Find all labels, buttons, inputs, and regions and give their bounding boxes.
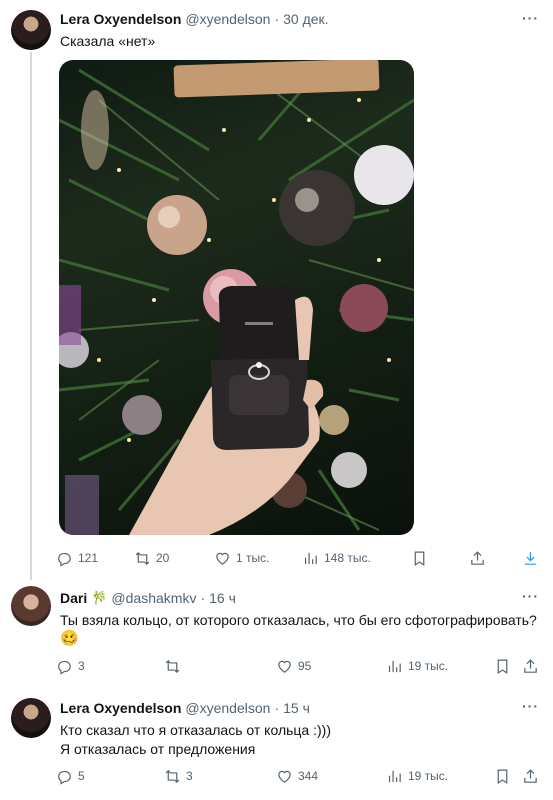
author-name[interactable]: Lera Oxyendelson [60,700,181,716]
reply-icon [58,552,71,567]
timestamp[interactable]: 16 ч [209,590,236,606]
tweet-header: Lera Oxyendelson @xyendelson · 15 ч [60,700,310,716]
share-button[interactable] [469,548,486,568]
more-options-button[interactable]: ··· [522,698,539,714]
tweet-text: Сказала «нет» [60,33,156,49]
views-count: 19 тыс. [408,659,449,673]
tweet-header: Dari 🎋 @dashakmkv · 16 ч [60,590,236,606]
author-handle[interactable]: @xyendelson [185,11,270,27]
tweet-1[interactable]: Lera Oxyendelson @xyendelson · 30 дек. ·… [0,0,553,580]
bookmark-button[interactable] [494,766,511,786]
bookmark-icon [414,551,425,566]
share-icon [524,768,537,783]
avatar[interactable] [11,698,51,738]
views-icon [304,552,317,564]
separator-dot: · [200,590,206,606]
reply-count: 121 [78,551,99,565]
retweet-count: 20 [156,551,170,565]
tweet-header: Lera Oxyendelson @xyendelson · 30 дек. [60,11,329,27]
views-button[interactable]: 148 тыс. [302,548,371,568]
tweet-text-line-2: Я отказалась от предложения [60,741,256,757]
share-icon [471,550,484,565]
photo-illustration [59,60,414,535]
retweet-icon [165,659,180,673]
reply-button[interactable]: 121 [56,548,98,568]
reply-button[interactable]: 3 [56,656,85,676]
bookmark-icon [497,659,508,674]
like-button[interactable]: 95 [276,656,311,676]
share-icon [524,658,537,673]
reply-icon [58,660,71,675]
name-emoji: 🎋 [91,590,108,605]
tweet-photo[interactable] [59,60,414,535]
tweet-3[interactable]: Lera Oxyendelson @xyendelson · 15 ч ··· … [0,690,553,800]
retweet-icon [165,769,180,783]
reply-icon [58,770,71,785]
views-button[interactable]: 19 тыс. [386,766,448,786]
thread-line [30,52,32,580]
retweet-button[interactable]: 3 [164,766,193,786]
retweet-button[interactable]: 20 [134,548,169,568]
author-handle[interactable]: @xyendelson [185,700,270,716]
author-name[interactable]: Lera Oxyendelson [60,11,181,27]
like-icon [278,770,291,783]
separator-dot: · [274,11,280,27]
bookmark-button[interactable] [411,548,428,568]
like-count: 95 [298,659,312,673]
share-button[interactable] [522,656,539,676]
like-button[interactable]: 344 [276,766,318,786]
reply-count: 3 [78,659,85,673]
tweet-text-line-1: Кто сказал что я отказалась от кольца :)… [60,722,331,738]
retweet-button[interactable] [164,656,186,676]
like-button[interactable]: 1 тыс. [214,548,269,568]
author-name[interactable]: Dari [60,590,87,606]
avatar[interactable] [11,10,51,50]
reply-button[interactable]: 5 [56,766,85,786]
views-icon [388,660,401,672]
views-button[interactable]: 19 тыс. [386,656,448,676]
retweet-count: 3 [186,769,193,783]
download-icon [524,551,537,565]
like-count: 344 [298,769,319,783]
bookmark-icon [497,769,508,784]
bookmark-button[interactable] [494,656,511,676]
more-options-button[interactable]: ··· [522,588,539,604]
tweet-actions: 3 95 19 тыс. [56,656,539,676]
timestamp[interactable]: 30 дек. [283,11,328,27]
like-count: 1 тыс. [236,551,270,565]
avatar[interactable] [11,586,51,626]
share-button[interactable] [522,766,539,786]
reply-count: 5 [78,769,85,783]
author-handle[interactable]: @dashakmkv [111,590,196,606]
tweet-emoji: 🥴 [60,630,79,647]
tweet-2[interactable]: Dari 🎋 @dashakmkv · 16 ч ··· Ты взяла ко… [0,580,553,690]
separator-dot: · [274,700,280,716]
views-icon [388,770,401,782]
retweet-icon [135,551,150,565]
tweet-actions: 121 20 1 тыс. 148 тыс. [56,548,539,568]
timestamp[interactable]: 15 ч [283,700,310,716]
like-icon [278,660,291,673]
download-button[interactable] [522,548,539,568]
like-icon [216,552,229,565]
more-options-button[interactable]: ··· [522,10,539,26]
tweet-text: Ты взяла кольцо, от которого отказалась,… [60,612,537,628]
tweet-actions: 5 3 344 19 тыс. [56,766,539,786]
views-count: 148 тыс. [324,551,371,565]
views-count: 19 тыс. [408,769,449,783]
